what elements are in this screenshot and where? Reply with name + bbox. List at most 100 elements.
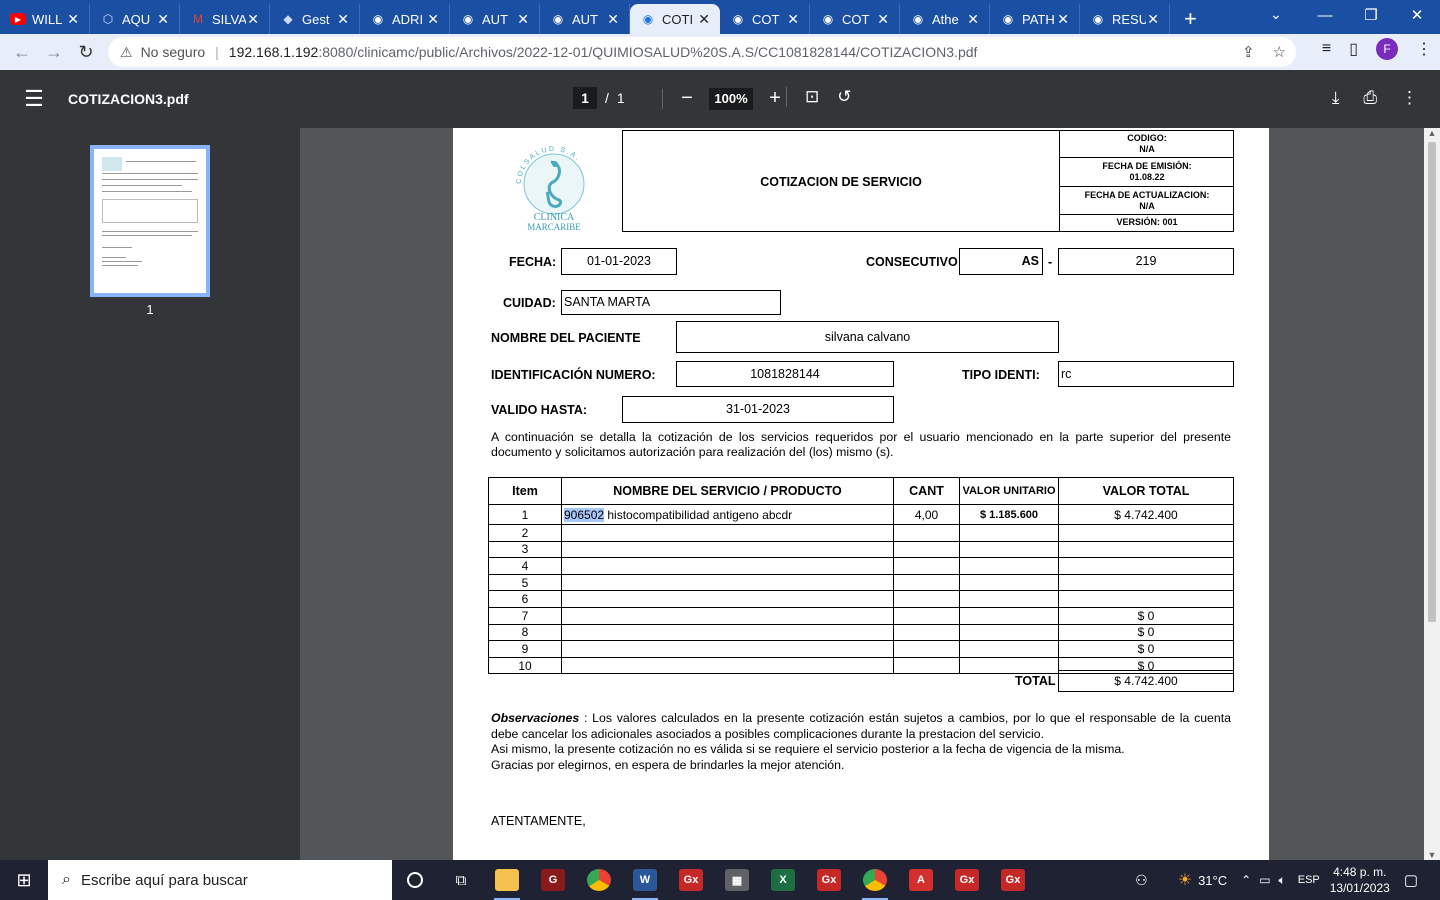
browser-tab[interactable]: ◉ ADRI ✕ [360, 4, 450, 34]
vertical-scrollbar[interactable]: ▲ ▼ [1424, 128, 1440, 860]
scrollbar-thumb[interactable] [1428, 142, 1436, 622]
profile-avatar[interactable]: F [1376, 38, 1398, 60]
browser-tab[interactable]: M SILVA ✕ [180, 4, 270, 34]
browser-tab[interactable]: ▶ WILL ✕ [0, 4, 90, 34]
cell-servicio [561, 656, 894, 675]
taskbar-search[interactable]: ⌕ Escribe aquí para buscar [48, 860, 392, 900]
browser-tab[interactable]: ◉ Athe ✕ [900, 4, 990, 34]
volume-icon[interactable]: 🔈︎ [1279, 873, 1286, 888]
obs-text-3: Gracias por elegirnos, en espera de brin… [491, 757, 845, 772]
reading-list-icon[interactable]: ≡ [1322, 40, 1331, 58]
forward-button[interactable]: → [38, 42, 70, 63]
restore-button[interactable]: ❐ [1348, 0, 1394, 32]
acrobat-icon[interactable]: A [898, 860, 944, 900]
col-valor-unitario: VALOR UNITARIO [959, 477, 1059, 505]
bookmark-star-icon[interactable]: ☆ [1273, 43, 1286, 61]
app-gx-icon[interactable]: Gx [944, 860, 990, 900]
language-indicator[interactable]: ESP [1298, 874, 1320, 886]
cortana-icon[interactable] [392, 860, 438, 900]
tab-close-icon[interactable]: ✕ [967, 11, 979, 28]
app-gx-icon[interactable]: Gx [806, 860, 852, 900]
tab-close-icon[interactable]: ✕ [337, 11, 349, 28]
tab-close-icon[interactable]: ✕ [877, 11, 889, 28]
total-value: $ 4.742.400 [1058, 670, 1234, 692]
weather-icon[interactable]: ☀ [1178, 870, 1192, 890]
tab-close-icon[interactable]: ✕ [247, 11, 259, 28]
tab-close-icon[interactable]: ✕ [607, 11, 619, 28]
browser-tab[interactable]: ◉ PATH ✕ [990, 4, 1080, 34]
fit-page-icon[interactable]: ⊡ [805, 87, 819, 107]
app-gx-icon[interactable]: Gx [668, 860, 714, 900]
tab-title: AUT [572, 11, 598, 27]
table-row: 4 [488, 557, 1234, 575]
close-window-button[interactable]: ✕ [1394, 0, 1440, 32]
people-icon[interactable]: ⚇ [1135, 872, 1148, 889]
hamburger-menu-icon[interactable]: ☰ [0, 86, 68, 112]
tab-close-icon[interactable]: ✕ [787, 11, 799, 28]
minimize-button[interactable]: — [1302, 0, 1348, 32]
tab-close-icon[interactable]: ✕ [1147, 11, 1159, 28]
tab-close-icon[interactable]: ✕ [698, 11, 710, 28]
windows-start-icon[interactable]: ⊞ [0, 870, 48, 891]
zoom-out-button[interactable]: − [677, 87, 697, 110]
zoom-input[interactable]: 100% [709, 87, 753, 110]
side-panel-icon[interactable]: ▯ [1349, 39, 1358, 59]
share-icon[interactable]: ⇪ [1242, 43, 1255, 61]
back-button[interactable]: ← [6, 42, 38, 63]
calculator-icon[interactable]: ▦ [714, 860, 760, 900]
reload-button[interactable]: ↻ [70, 42, 102, 63]
tab-close-icon[interactable]: ✕ [517, 11, 529, 28]
version-cell: VERSIÓN: 001 [1116, 217, 1178, 227]
scroll-down-icon[interactable]: ▼ [1424, 850, 1440, 860]
browser-tab[interactable]: ◉ COTI ✕ [630, 4, 720, 34]
tab-search-chevron-icon[interactable]: ⌄ [1270, 6, 1282, 23]
new-tab-button[interactable]: + [1184, 4, 1197, 34]
browser-tab[interactable]: ◆ Gest ✕ [270, 4, 360, 34]
consecutivo-prefix: AS [959, 248, 1043, 275]
service-code[interactable]: 906502 [564, 507, 605, 522]
zoom-in-button[interactable]: + [765, 87, 785, 110]
word-icon[interactable]: W [622, 860, 668, 900]
chrome-profile-icon[interactable] [852, 860, 898, 900]
pdf-viewer[interactable]: COLSALUD S.A. CLINICA MARCARIBE COTIZACI… [300, 128, 1424, 860]
address-bar[interactable]: ⚠ No seguro | 192.168.1.192:8080/clinica… [108, 37, 1296, 67]
page-thumbnail[interactable] [90, 145, 210, 297]
notifications-icon[interactable]: ▢ [1404, 871, 1418, 889]
cell-cant [893, 623, 960, 642]
download-icon[interactable]: ⤓ [1332, 88, 1340, 108]
thumb-line [102, 261, 142, 262]
page-number-input[interactable]: 1 [573, 87, 597, 109]
excel-icon[interactable]: X [760, 860, 806, 900]
kebab-menu-icon[interactable]: ⋮ [1416, 39, 1432, 59]
file-explorer-icon[interactable] [484, 860, 530, 900]
more-options-icon[interactable]: ⋮ [1401, 88, 1418, 108]
tray-chevron-icon[interactable]: ⌃ [1241, 873, 1251, 887]
tab-title: SILVA [212, 11, 246, 27]
browser-tab[interactable]: ◉ AUT ✕ [540, 4, 630, 34]
tab-close-icon[interactable]: ✕ [67, 11, 79, 28]
rotate-icon[interactable]: ↺ [837, 87, 851, 107]
weather-temp[interactable]: 31°C [1198, 873, 1227, 888]
tab-close-icon[interactable]: ✕ [157, 11, 169, 28]
tab-close-icon[interactable]: ✕ [427, 11, 439, 28]
network-icon[interactable]: ▭ [1259, 873, 1270, 887]
app-gx-icon[interactable]: G [530, 860, 576, 900]
warning-icon[interactable]: ⚠ [120, 44, 133, 61]
security-label[interactable]: No seguro [141, 44, 206, 60]
browser-tab[interactable]: ◉ AUT ✕ [450, 4, 540, 34]
consecutivo-dash: - [1048, 255, 1053, 269]
browser-tab[interactable]: ⬡ AQU ✕ [90, 4, 180, 34]
browser-tab[interactable]: ◉ RESU ✕ [1080, 4, 1170, 34]
cell-valor-unitario [959, 540, 1059, 559]
browser-tab[interactable]: ◉ COT ✕ [810, 4, 900, 34]
chrome-icon[interactable] [576, 860, 622, 900]
scroll-up-icon[interactable]: ▲ [1424, 128, 1440, 138]
task-view-icon[interactable]: ⧉ [438, 860, 484, 900]
print-icon[interactable]: ⎙ [1363, 88, 1377, 108]
clock[interactable]: 4:48 p. m. 13/01/2023 [1330, 864, 1390, 896]
tab-close-icon[interactable]: ✕ [1057, 11, 1069, 28]
cell-servicio: 906502 histocompatibilidad antigeno abcd… [561, 504, 894, 525]
browser-tab[interactable]: ◉ COT ✕ [720, 4, 810, 34]
tab-title: AUT [482, 11, 508, 27]
app-gx-icon[interactable]: Gx [990, 860, 1036, 900]
